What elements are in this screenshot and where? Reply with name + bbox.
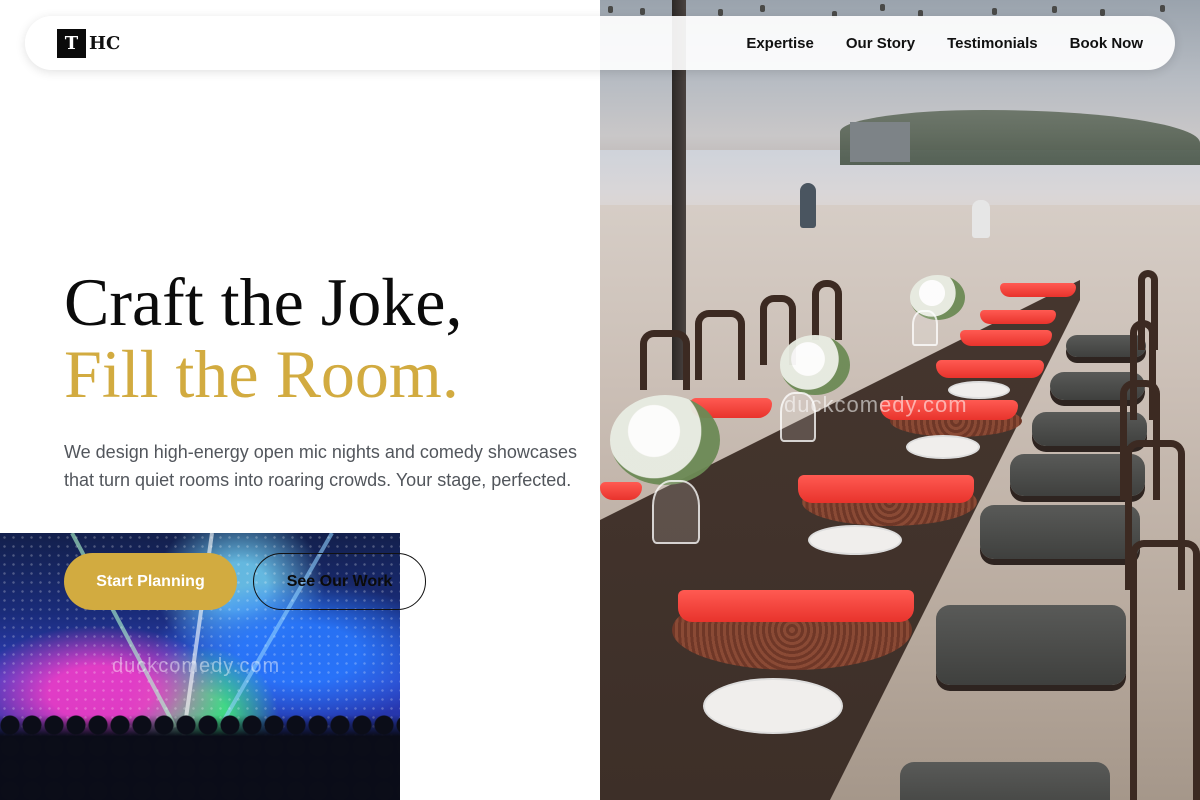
photo-napkin — [936, 360, 1044, 378]
hero-description: We design high-energy open mic nights an… — [64, 442, 577, 490]
hero-title: Craft the Joke, Fill the Room. — [64, 266, 462, 410]
brand-logo[interactable]: T HC — [57, 28, 121, 58]
nav-link-expertise[interactable]: Expertise — [746, 35, 814, 52]
hero-photo-beach-dinner: duckcomedy.com — [600, 0, 1200, 800]
photo-flowers — [610, 395, 720, 485]
logo-text: HC — [89, 32, 121, 54]
hero-title-line1: Craft the Joke, — [64, 264, 463, 340]
photo-plate — [810, 527, 900, 553]
start-planning-button[interactable]: Start Planning — [64, 553, 237, 610]
concert-watermark: duckcomedy.com — [112, 655, 281, 677]
photo-napkin — [1000, 283, 1076, 297]
nav-link-our-story[interactable]: Our Story — [846, 35, 915, 52]
see-our-work-button[interactable]: See Our Work — [253, 553, 426, 610]
photo-napkin — [798, 475, 974, 503]
photo-napkin — [980, 310, 1056, 324]
photo-napkin — [960, 330, 1052, 346]
photo-napkin — [678, 590, 914, 622]
photo-watermark: duckcomedy.com — [784, 392, 968, 417]
concert-crowd — [0, 715, 400, 800]
main-nav: Expertise Our Story Testimonials Book No… — [746, 35, 1143, 52]
photo-glass — [912, 310, 938, 346]
photo-flowers — [780, 335, 850, 395]
hero-title-line2: Fill the Room. — [64, 336, 459, 412]
photo-plate — [908, 437, 978, 457]
photo-glass — [652, 480, 700, 544]
top-navbar: T HC Expertise Our Story Testimonials Bo… — [25, 16, 1175, 70]
nav-link-testimonials[interactable]: Testimonials — [947, 35, 1038, 52]
nav-link-book-now[interactable]: Book Now — [1070, 35, 1143, 52]
photo-plate — [705, 680, 841, 732]
photo-napkin — [600, 482, 642, 500]
logo-mark: T — [57, 28, 86, 58]
